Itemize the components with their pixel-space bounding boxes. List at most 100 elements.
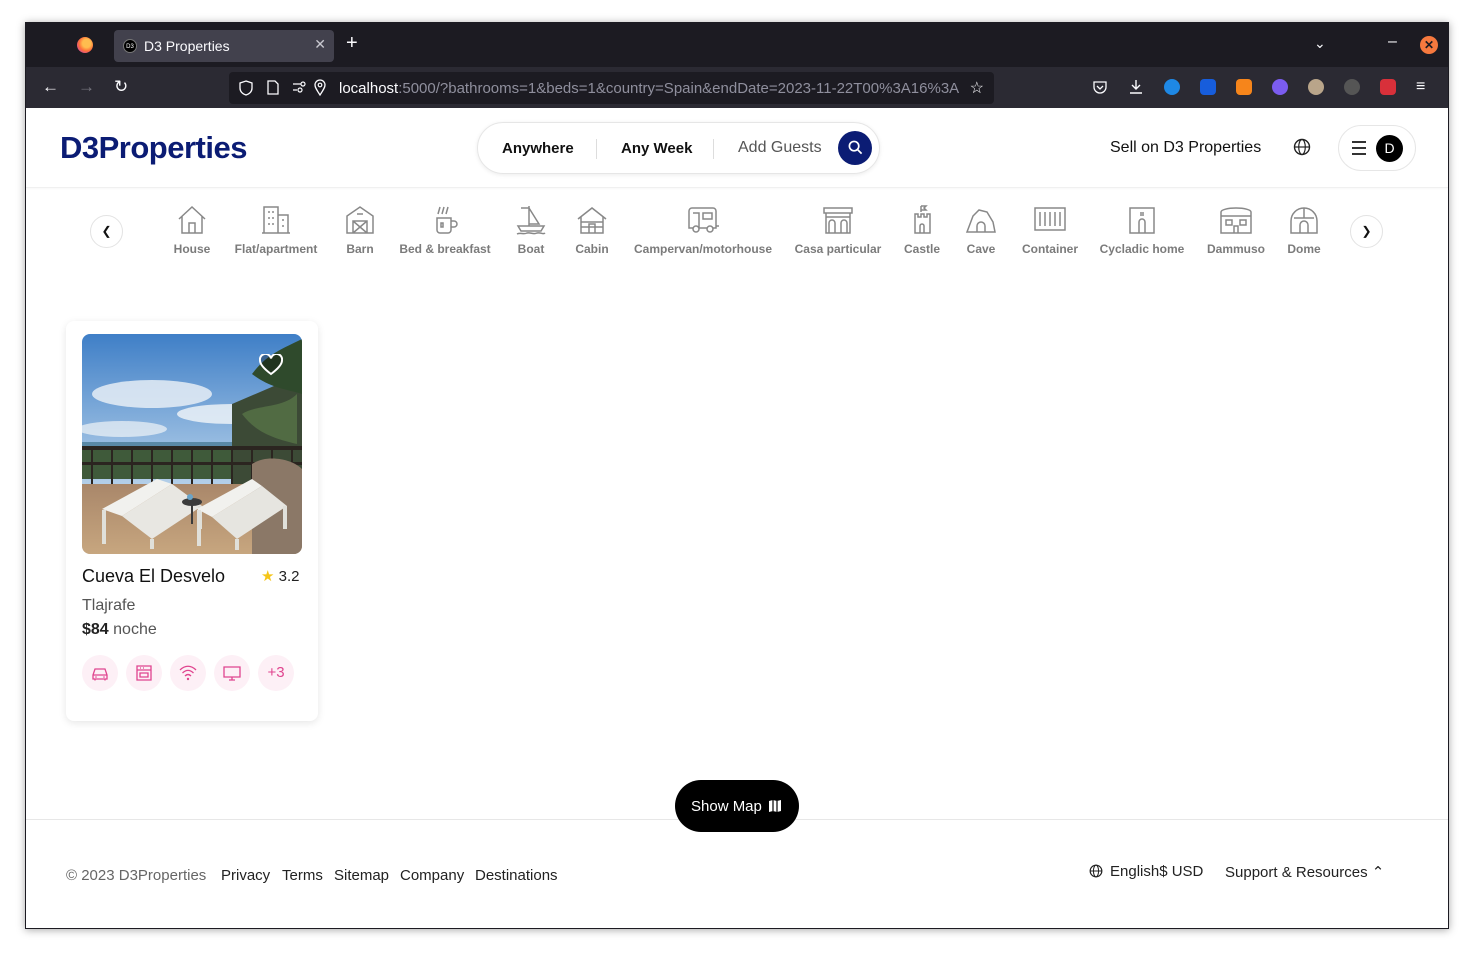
new-tab-button[interactable]: +: [346, 32, 358, 55]
url-bar[interactable]: localhost:5000/?bathrooms=1&beds=1&count…: [229, 72, 994, 104]
download-icon[interactable]: [1128, 79, 1144, 95]
footer-link-destinations[interactable]: Destinations: [475, 867, 558, 884]
show-map-label: Show Map: [691, 798, 762, 815]
listing-location: Tlajrafe: [82, 597, 136, 614]
url-text[interactable]: localhost:5000/?bathrooms=1&beds=1&count…: [339, 80, 959, 97]
firefox-icon[interactable]: [77, 37, 93, 53]
category-label: House: [173, 242, 211, 256]
extension-red-icon[interactable]: [1380, 79, 1396, 95]
show-map-button[interactable]: Show Map: [675, 780, 799, 832]
bookmark-star-icon[interactable]: ☆: [970, 78, 984, 98]
extension-dark-icon[interactable]: [1344, 79, 1360, 95]
window-close-icon[interactable]: ✕: [1420, 36, 1438, 54]
category-house[interactable]: House: [173, 204, 211, 256]
extension-owl-icon[interactable]: [1308, 79, 1324, 95]
user-menu-button[interactable]: D: [1338, 125, 1416, 171]
sell-link[interactable]: Sell on D3 Properties: [1110, 139, 1261, 157]
forward-icon[interactable]: →: [78, 77, 95, 97]
listing-title[interactable]: Cueva El Desvelo: [82, 566, 225, 587]
star-icon: ★: [261, 568, 275, 585]
site-logo[interactable]: D3Properties: [60, 130, 247, 166]
copyright: © 2023 D3Properties: [66, 867, 207, 884]
category-label: Cycladic home: [1099, 242, 1185, 256]
globe-icon[interactable]: [1293, 138, 1311, 156]
amenity-wifi: [170, 655, 206, 691]
divider: [596, 139, 597, 159]
tab-favicon: D3: [123, 39, 137, 53]
minimize-icon[interactable]: –: [1388, 33, 1397, 51]
amenity-oven: [126, 655, 162, 691]
listing-photo[interactable]: [82, 334, 302, 554]
search-button[interactable]: [838, 131, 872, 165]
castle-icon: [914, 205, 931, 234]
scroll-left-button[interactable]: ❮: [90, 215, 123, 248]
add-guests-button[interactable]: Add Guests: [738, 139, 822, 157]
casa-icon: [823, 207, 853, 234]
page-icon[interactable]: [267, 80, 279, 95]
footer-link-sitemap[interactable]: Sitemap: [334, 867, 389, 884]
listing-rating: ★ 3.2: [261, 567, 299, 585]
heart-icon[interactable]: [259, 354, 283, 376]
category-dome[interactable]: Dome: [1285, 204, 1323, 256]
browser-window: D3 D3 Properties ✕ + ⌄ – ✕ ← → ↻ localho…: [25, 22, 1449, 929]
language-currency-selector[interactable]: English$ USD: [1110, 863, 1203, 880]
extension-blue-icon[interactable]: [1164, 79, 1180, 95]
footer-link-privacy[interactable]: Privacy: [221, 867, 270, 884]
search-bar[interactable]: Anywhere Any Week Add Guests: [477, 122, 880, 174]
close-tab-icon[interactable]: ✕: [314, 36, 326, 53]
category-cave[interactable]: Cave: [962, 204, 1000, 256]
price-unit: noche: [113, 621, 157, 638]
category-boat[interactable]: Boat: [512, 204, 550, 256]
support-resources-button[interactable]: Support & Resources ⌃: [1225, 863, 1384, 881]
category-bnb[interactable]: Bed & breakfast: [399, 204, 491, 256]
listing-price: $84 noche: [82, 621, 157, 639]
category-castle[interactable]: Castle: [902, 204, 942, 256]
footer-globe-icon[interactable]: [1089, 864, 1103, 878]
browser-tab[interactable]: D3 D3 Properties ✕: [114, 30, 334, 62]
category-flat[interactable]: Flat/apartment: [232, 204, 320, 256]
category-container[interactable]: Container: [1020, 204, 1080, 256]
footer-link-company[interactable]: Company: [400, 867, 464, 884]
category-label: Dammuso: [1206, 242, 1265, 256]
any-week-button[interactable]: Any Week: [621, 140, 692, 157]
wifi-icon: [179, 665, 197, 681]
cave-icon: [965, 209, 996, 233]
house-icon: [178, 205, 206, 234]
pocket-icon[interactable]: [1092, 79, 1108, 95]
location-icon[interactable]: [314, 79, 326, 96]
chevron-down-icon[interactable]: ⌄: [1314, 35, 1326, 52]
category-label: Cabin: [575, 242, 609, 256]
more-amenities-badge[interactable]: +3: [258, 655, 294, 691]
permissions-icon[interactable]: [292, 81, 306, 93]
category-campervan[interactable]: Campervan/motorhouse: [631, 204, 775, 256]
url-host: localhost: [339, 80, 399, 97]
reload-icon[interactable]: ↻: [114, 77, 128, 97]
metamask-icon[interactable]: [1236, 79, 1252, 95]
amenity-tv: [214, 655, 250, 691]
scroll-right-button[interactable]: ❯: [1350, 215, 1383, 248]
category-label: Container: [1021, 242, 1078, 256]
url-path: :5000/?bathrooms=1&beds=1&country=Spain&…: [398, 80, 959, 97]
coffee-icon: [436, 206, 458, 234]
campervan-icon: [688, 207, 719, 233]
price-value: $84: [82, 621, 109, 638]
extension-purple-icon[interactable]: [1272, 79, 1288, 95]
category-barn[interactable]: Barn: [342, 204, 378, 256]
bitwarden-icon[interactable]: [1200, 79, 1216, 95]
tab-bar: D3 D3 Properties ✕ + ⌄ – ✕: [26, 23, 1448, 67]
category-label: Castle: [903, 242, 941, 256]
avatar: D: [1376, 135, 1403, 162]
category-cabin[interactable]: Cabin: [572, 204, 612, 256]
cabin-icon: [577, 207, 607, 234]
back-icon[interactable]: ←: [42, 77, 59, 97]
search-icon: [848, 140, 862, 155]
category-casa[interactable]: Casa particular: [793, 204, 883, 256]
category-dammuso[interactable]: Dammuso: [1205, 204, 1267, 256]
shield-icon[interactable]: [239, 80, 253, 96]
anywhere-button[interactable]: Anywhere: [502, 140, 574, 157]
listing-card[interactable]: Cueva El Desvelo ★ 3.2 Tlajrafe $84 noch…: [66, 321, 318, 721]
footer-link-terms[interactable]: Terms: [282, 867, 323, 884]
app-menu-icon[interactable]: ≡: [1416, 77, 1425, 97]
tab-title: D3 Properties: [144, 38, 230, 54]
category-cycladic[interactable]: Cycladic home: [1098, 204, 1186, 256]
